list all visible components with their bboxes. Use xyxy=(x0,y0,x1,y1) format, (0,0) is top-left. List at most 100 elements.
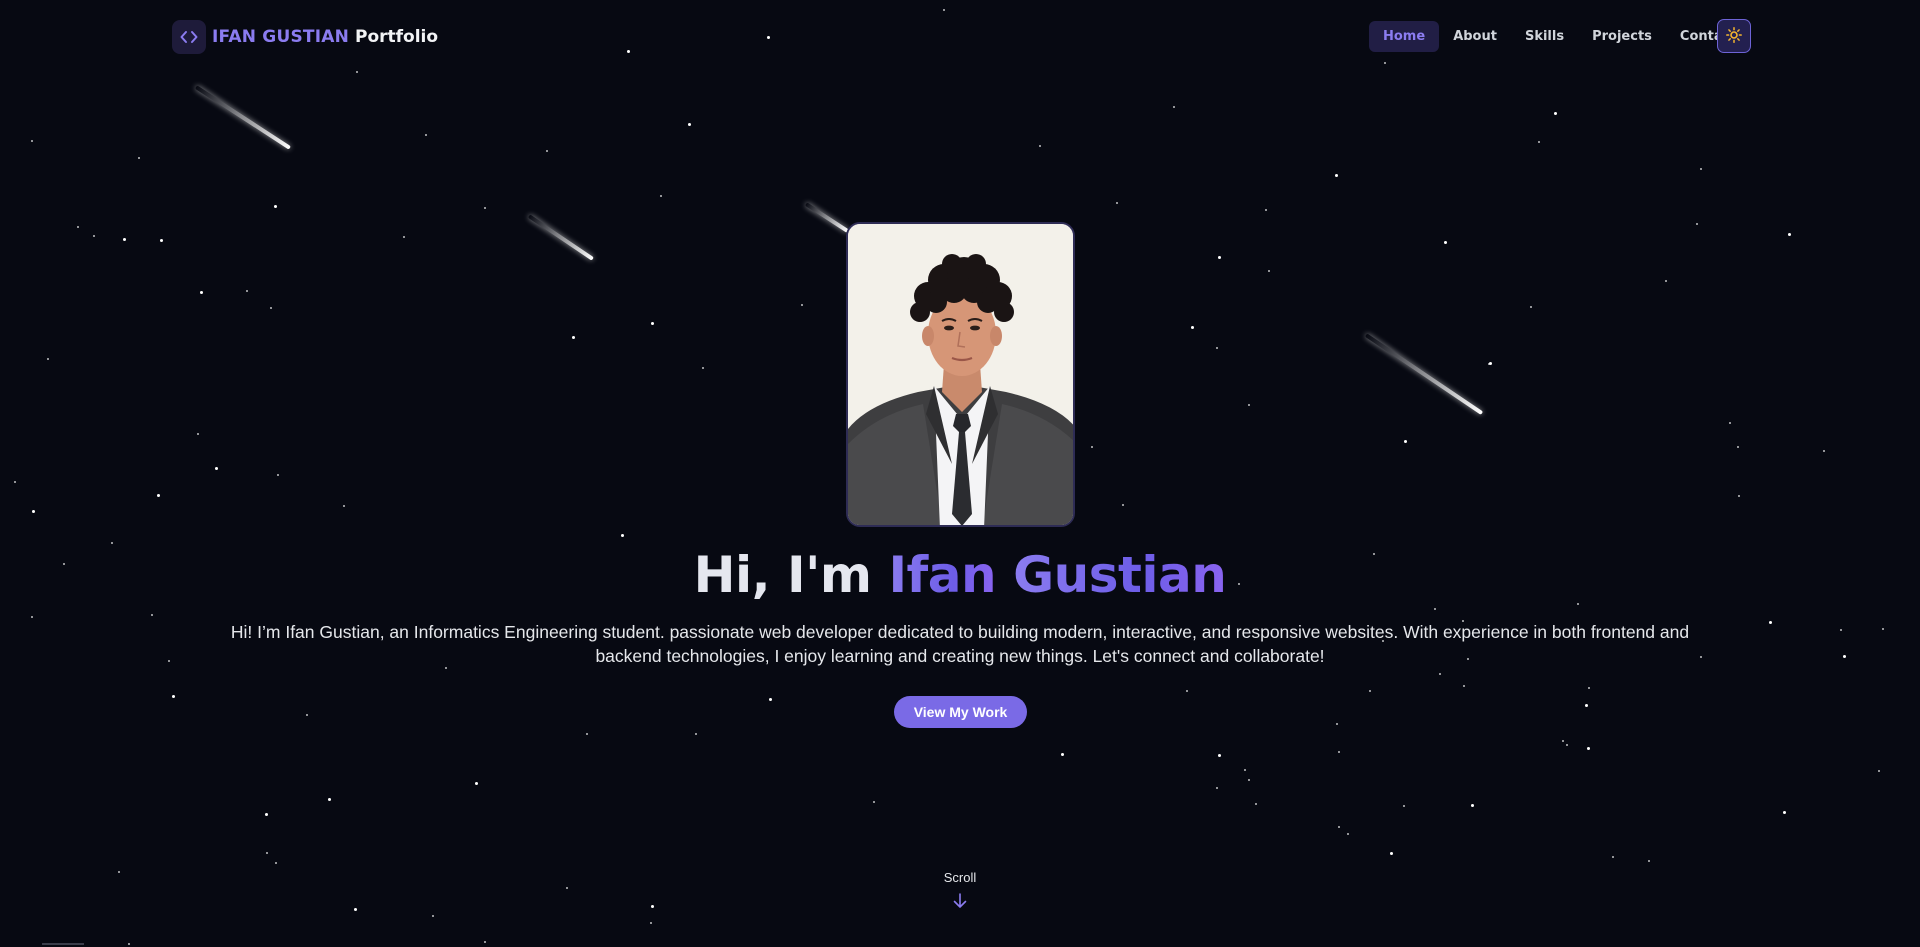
star xyxy=(275,862,277,864)
star xyxy=(1338,751,1340,753)
star xyxy=(475,782,478,785)
scroll-label: Scroll xyxy=(943,870,977,885)
star xyxy=(32,510,35,513)
star xyxy=(31,140,33,142)
portrait-illustration xyxy=(848,224,1073,525)
nav-item-about[interactable]: About xyxy=(1439,21,1511,52)
shooting-star xyxy=(527,214,594,261)
star xyxy=(873,801,875,803)
star xyxy=(1244,769,1246,771)
star xyxy=(128,943,130,945)
star xyxy=(1566,744,1568,746)
star xyxy=(1434,608,1436,610)
star xyxy=(702,367,704,369)
logo-name: IFAN GUSTIAN xyxy=(212,27,349,47)
star xyxy=(1122,504,1124,506)
star xyxy=(157,494,160,497)
star xyxy=(1648,860,1650,862)
star xyxy=(31,616,33,618)
star xyxy=(586,733,588,735)
code-brackets-icon xyxy=(172,20,206,54)
hero-greeting: Hi, I'm xyxy=(693,546,872,604)
star xyxy=(328,798,331,801)
star xyxy=(123,238,126,241)
star xyxy=(1248,404,1250,406)
main-nav: Home About Skills Projects Contact xyxy=(1369,21,1751,52)
star xyxy=(1039,145,1041,147)
star xyxy=(572,336,575,339)
star xyxy=(1882,628,1884,630)
star xyxy=(93,235,95,237)
hero-description: Hi! I’m Ifan Gustian, an Informatics Eng… xyxy=(230,622,1690,666)
corner-divider xyxy=(42,943,84,945)
hero-page: IFAN GUSTIAN Portfolio Home About Skills… xyxy=(0,0,1920,947)
star xyxy=(1268,270,1270,272)
star xyxy=(306,714,308,716)
arrow-down-icon[interactable] xyxy=(953,893,967,909)
star xyxy=(1738,495,1740,497)
sun-icon xyxy=(1726,26,1742,46)
star xyxy=(1335,174,1338,177)
star xyxy=(151,614,153,616)
star xyxy=(354,908,357,911)
star xyxy=(47,358,49,360)
star xyxy=(160,239,163,242)
star xyxy=(1878,770,1880,772)
star xyxy=(484,941,486,943)
star xyxy=(1336,723,1338,725)
site-header: IFAN GUSTIAN Portfolio Home About Skills… xyxy=(0,0,1920,74)
star xyxy=(1390,852,1393,855)
theme-toggle-button[interactable] xyxy=(1717,19,1751,53)
shooting-star xyxy=(194,85,292,150)
star xyxy=(1255,803,1257,805)
shooting-star xyxy=(804,202,850,233)
star xyxy=(1091,446,1093,448)
shooting-star xyxy=(1364,333,1484,415)
star xyxy=(215,467,218,470)
star xyxy=(1585,704,1588,707)
star xyxy=(801,304,803,306)
star xyxy=(265,813,268,816)
star xyxy=(1769,621,1772,624)
star xyxy=(484,207,486,209)
star xyxy=(1444,241,1447,244)
star xyxy=(1737,446,1739,448)
nav-item-skills[interactable]: Skills xyxy=(1511,21,1578,52)
star xyxy=(172,695,175,698)
star xyxy=(246,290,248,292)
star xyxy=(1554,112,1557,115)
star xyxy=(425,134,427,136)
star xyxy=(1061,753,1064,756)
star xyxy=(1538,141,1540,143)
star xyxy=(1116,202,1118,204)
star xyxy=(1783,811,1786,814)
star xyxy=(118,871,120,873)
star xyxy=(270,307,272,309)
star xyxy=(1338,826,1340,828)
star xyxy=(1788,233,1791,236)
star xyxy=(1218,256,1221,259)
star xyxy=(660,195,662,197)
site-logo[interactable]: IFAN GUSTIAN Portfolio xyxy=(172,20,438,54)
star xyxy=(651,905,654,908)
hero-name-first: Ifan xyxy=(888,546,997,604)
nav-item-home[interactable]: Home xyxy=(1369,21,1440,52)
star xyxy=(1471,804,1474,807)
star xyxy=(277,474,279,476)
star xyxy=(77,226,79,228)
star xyxy=(1488,363,1490,365)
logo-suffix: Portfolio xyxy=(355,27,439,47)
star xyxy=(546,150,548,152)
star xyxy=(343,505,345,507)
view-my-work-button[interactable]: View My Work xyxy=(894,696,1027,728)
hero-title: Hi, I'm Ifan Gustian xyxy=(0,545,1920,605)
star xyxy=(1840,629,1842,631)
star xyxy=(1696,223,1698,225)
profile-photo xyxy=(846,222,1075,527)
star xyxy=(168,660,170,662)
nav-item-projects[interactable]: Projects xyxy=(1578,21,1666,52)
star xyxy=(695,733,697,735)
star xyxy=(1612,856,1614,858)
star xyxy=(1700,168,1702,170)
star xyxy=(1463,685,1465,687)
